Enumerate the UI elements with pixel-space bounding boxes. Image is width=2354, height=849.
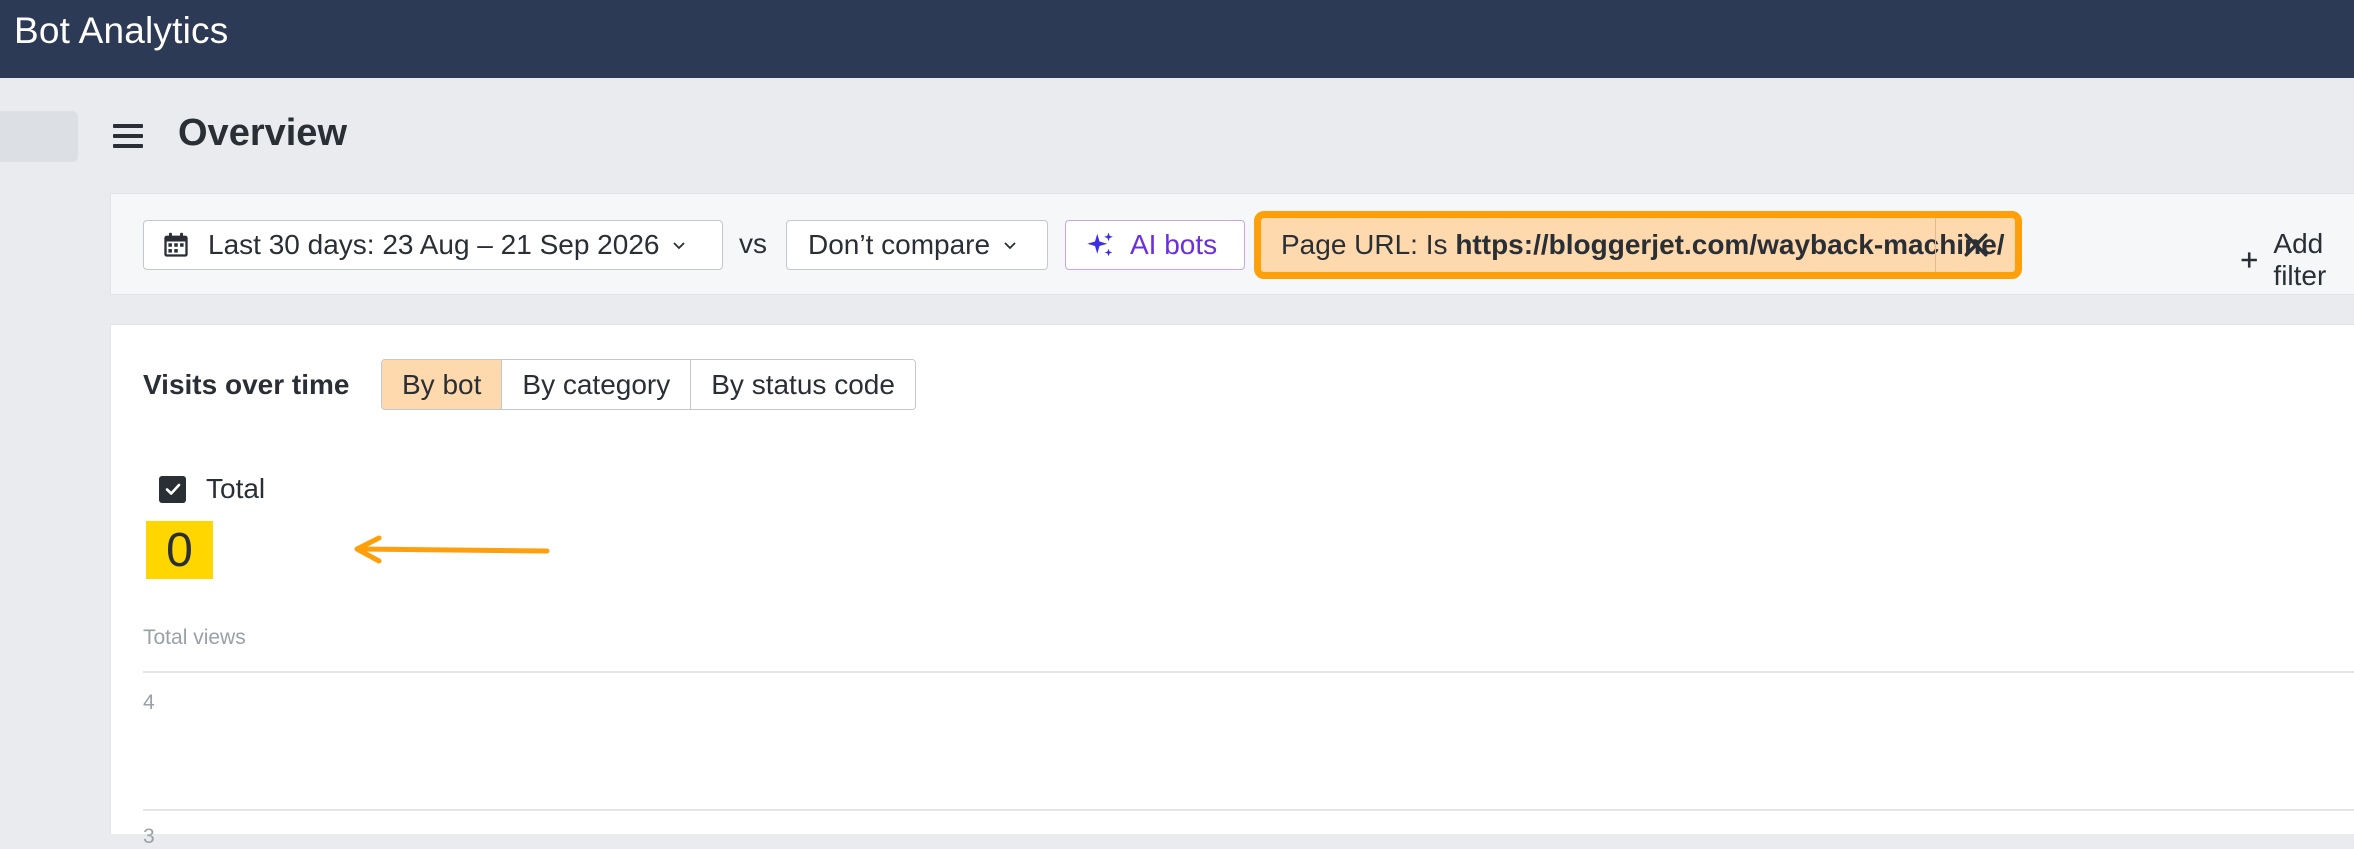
tab-by-bot[interactable]: By bot <box>382 360 503 409</box>
page-url-filter-chip[interactable]: Page URL: Is https://bloggerjet.com/wayb… <box>1254 211 2022 279</box>
section-title: Visits over time <box>143 369 350 400</box>
page-url-filter-prefix: Page URL: Is <box>1281 229 1456 260</box>
add-filter-button[interactable]: Add filter <box>2239 228 2354 292</box>
page-url-filter-value: https://bloggerjet.com/wayback-machine/ <box>1455 229 2005 260</box>
chevron-down-icon <box>673 242 686 250</box>
date-range-label: Last 30 days: 23 Aug – 21 Sep 2026 <box>208 229 660 260</box>
tab-by-category[interactable]: By category <box>502 360 692 409</box>
page-title: Overview <box>178 112 347 154</box>
vs-label: vs <box>739 228 767 259</box>
breakdown-segmented-control: By bot By category By status code <box>381 359 916 410</box>
hamburger-menu-icon[interactable] <box>110 118 146 154</box>
grid-line <box>143 809 2354 811</box>
total-series-toggle: Total <box>159 473 265 505</box>
y-axis-title: Total views <box>143 626 246 649</box>
page-url-filter-text: Page URL: Is https://bloggerjet.com/wayb… <box>1261 229 2015 261</box>
total-label: Total <box>206 473 266 504</box>
add-filter-label: Add filter <box>2273 228 2327 291</box>
check-icon <box>165 483 180 495</box>
calendar-icon <box>164 232 188 257</box>
grid-line <box>143 671 2354 673</box>
ai-bots-button[interactable]: AI bots <box>1065 220 1245 270</box>
sidebar-collapsed-item[interactable] <box>0 111 78 162</box>
annotation-arrow-icon <box>354 535 550 564</box>
remove-filter-button[interactable] <box>1935 218 2015 272</box>
compare-label: Don’t compare <box>808 229 991 260</box>
plus-icon <box>2241 252 2257 268</box>
y-tick-label: 3 <box>143 825 155 848</box>
sparkle-icon <box>1087 232 1113 257</box>
top-app-bar: Bot Analytics <box>0 0 2354 78</box>
compare-dropdown[interactable]: Don’t compare <box>786 220 1048 270</box>
visits-over-time-card: Visits over time By bot By category By s… <box>110 324 2354 848</box>
ai-bots-label: AI bots <box>1130 229 1218 260</box>
total-value: 0 <box>146 521 213 579</box>
close-icon <box>1964 233 1987 257</box>
app-title: Bot Analytics <box>14 10 229 51</box>
date-range-picker[interactable]: Last 30 days: 23 Aug – 21 Sep 2026 <box>143 220 723 270</box>
filter-bar: Last 30 days: 23 Aug – 21 Sep 2026 vs Do… <box>110 193 2354 295</box>
total-checkbox[interactable] <box>159 475 186 503</box>
chevron-down-icon <box>1004 242 1016 250</box>
tab-by-status-code[interactable]: By status code <box>691 360 915 409</box>
y-tick-label: 4 <box>143 691 155 714</box>
